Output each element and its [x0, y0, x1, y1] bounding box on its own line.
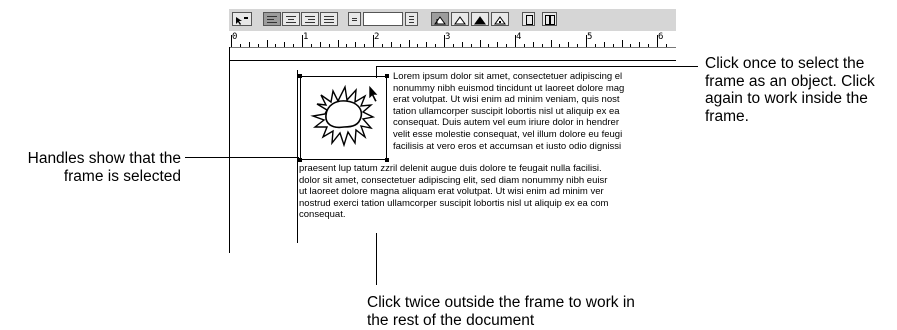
ruler-tick	[577, 44, 579, 47]
ruler-tick	[408, 40, 410, 47]
ruler: 0 1 2 3 4 5 6	[229, 31, 676, 48]
right-tab-icon[interactable]	[471, 12, 489, 26]
ruler-tick	[275, 44, 277, 47]
ruler-tick	[488, 44, 490, 47]
align-left-icon[interactable]	[263, 12, 281, 26]
ruler-tick	[603, 42, 605, 47]
ruler-number: 5	[587, 32, 593, 42]
ruler-tick	[399, 44, 401, 47]
ruler-tick	[612, 44, 614, 47]
callout-leader-outside	[376, 233, 377, 285]
callout-select-frame: Click once to select the frame as an obje…	[705, 55, 875, 125]
page-top-edge	[229, 60, 676, 61]
ruler-tick	[506, 44, 508, 47]
ruler-tick	[239, 44, 241, 47]
ruler-tick	[541, 44, 543, 47]
text-line: consequat. Duis autem vel eum iriure dol…	[393, 117, 620, 129]
ruler-number: 1	[303, 32, 309, 42]
callout-line: frame as an object. Click	[705, 72, 875, 90]
body-text-block[interactable]: praesent lup tatum zzril delenit augue d…	[299, 163, 676, 221]
callout-line: the rest of the document	[367, 311, 535, 329]
ruler-tick	[381, 44, 383, 47]
text-line: consequat.	[299, 209, 346, 221]
text-line: erat volutpat. Ut wisi enim ad minim ven…	[393, 94, 620, 106]
left-tab-icon[interactable]	[431, 12, 449, 26]
ruler-tick	[266, 40, 268, 47]
ruler-tick	[319, 42, 321, 47]
text-line: facilisis at vero eros et accumsan et iu…	[393, 140, 622, 152]
align-right-icon[interactable]	[301, 12, 319, 26]
ruler-number: 2	[374, 32, 380, 42]
ruler-tick	[364, 44, 366, 47]
ruler-tick	[284, 42, 286, 47]
ruler-tick	[417, 44, 419, 47]
wrapped-text-block[interactable]: Lorem ipsum dolor sit amet, consectetuer…	[393, 71, 676, 152]
ruler-tick	[355, 42, 357, 47]
callout-line: frame is selected	[63, 167, 181, 185]
one-column-icon[interactable]	[522, 12, 535, 26]
double-space-icon[interactable]	[405, 12, 418, 26]
ruler-number: 3	[445, 32, 451, 42]
callout-leader-select-drop	[376, 66, 377, 78]
text-line: nostrud exerci tation ullamcorper suscip…	[299, 197, 609, 209]
pointer-frame-icon[interactable]	[232, 12, 252, 26]
ruler-tick	[470, 44, 472, 47]
ruler-tick	[568, 42, 570, 47]
ruler-tick	[310, 44, 312, 47]
ruler-tick	[639, 42, 641, 47]
text-line: tation ullamcorper suscipit lobortis nis…	[393, 105, 620, 117]
ruler-tick	[559, 44, 561, 47]
ruler-tick	[648, 44, 650, 47]
callout-line: Handles show that the	[27, 150, 181, 167]
callout-outside-frame: Click twice outside the frame to work in…	[367, 294, 635, 329]
ruler-number: 6	[658, 32, 664, 42]
ruler-tick	[630, 44, 632, 47]
line-spacing-field[interactable]	[363, 12, 403, 26]
ruler-tick	[390, 42, 392, 47]
text-line: praesent lup tatum zzril delenit augue d…	[299, 163, 602, 174]
ruler-tick	[497, 42, 499, 47]
two-column-icon[interactable]	[542, 12, 557, 26]
ruler-tick	[452, 44, 454, 47]
ruler-tick	[293, 44, 295, 47]
callout-leader-select	[376, 66, 698, 67]
ruler-tick	[435, 44, 437, 47]
single-space-icon[interactable]	[348, 12, 361, 26]
page-left-edge	[229, 47, 230, 253]
ruler-tick	[621, 40, 623, 47]
callout-leader-handles	[185, 157, 299, 158]
ruler-number: 4	[516, 32, 522, 42]
ruler-tick	[665, 44, 667, 47]
ruler-tick	[257, 44, 259, 47]
ruler-tick	[248, 42, 250, 47]
ruler-tick	[550, 40, 552, 47]
text-line: velit esse molestie consequat, vel illum…	[393, 128, 623, 140]
text-line: nonummy nibh euismod tincidunt ut laoree…	[393, 82, 625, 94]
ruler-tick	[532, 42, 534, 47]
callout-line: Click twice outside the frame to work in	[367, 294, 635, 311]
ruler-tick	[523, 44, 525, 47]
ruler-tick	[337, 40, 339, 47]
center-tab-icon[interactable]	[451, 12, 469, 26]
ruler-tick	[461, 42, 463, 47]
ruler-tick	[594, 44, 596, 47]
decimal-tab-icon[interactable]	[491, 12, 509, 26]
ruler-tick	[328, 44, 330, 47]
text-line: Lorem ipsum dolor sit amet, consectetuer…	[393, 71, 623, 82]
text-line: dolor sit amet, consectetuer adipiscing …	[299, 174, 608, 186]
callout-line: Click once to select the	[705, 55, 865, 72]
arrow-cursor-icon	[368, 84, 379, 103]
align-center-icon[interactable]	[282, 12, 300, 26]
callout-line: again to work inside the	[705, 90, 868, 107]
justify-icon[interactable]	[320, 12, 338, 26]
callout-handles: Handles show that the frame is selected	[5, 150, 181, 185]
callout-line: frame.	[705, 107, 749, 125]
ruler-tick	[479, 40, 481, 47]
ruler-toolbar	[229, 8, 676, 32]
ruler-number: 0	[232, 32, 238, 42]
ruler-tick	[426, 42, 428, 47]
ruler-tick	[346, 44, 348, 47]
text-line: ut laoreet dolore magna aliquam erat vol…	[299, 186, 604, 198]
